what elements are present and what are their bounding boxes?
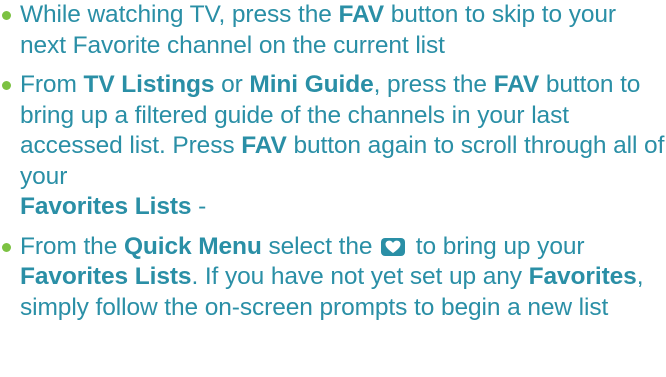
favorites-instructions-list: While watching TV, press the FAV button … — [0, 0, 666, 323]
quick-menu-label: Quick Menu — [123, 232, 262, 260]
bullet-icon — [2, 242, 11, 252]
instruction-text: . If you have not yet set up any — [191, 263, 529, 290]
instruction-text: select the — [261, 232, 380, 260]
instruction-text: - — [191, 193, 207, 220]
instruction-text: From — [20, 71, 84, 98]
favorites-lists-label: Favorites Lists — [20, 193, 192, 220]
instruction-item-fav-button: While watching TV, press the FAV button … — [0, 0, 666, 61]
heart-icon — [381, 237, 406, 256]
tv-listings-label: TV Listings — [83, 71, 215, 98]
instruction-text: to bring up your — [409, 232, 585, 260]
bullet-icon — [2, 81, 11, 90]
favorites-label: Favorites — [528, 263, 637, 290]
fav-button-label: FAV — [338, 1, 385, 28]
instruction-item-tv-listings: From TV Listings or Mini Guide, press th… — [0, 70, 666, 223]
instruction-text: While watching TV, press the — [20, 1, 339, 28]
mini-guide-label: Mini Guide — [249, 71, 374, 98]
fav-button-label: FAV — [241, 132, 287, 159]
instruction-text: or — [214, 71, 250, 98]
favorites-lists-label: Favorites Lists — [20, 263, 192, 290]
fav-button-label: FAV — [493, 71, 540, 98]
instruction-text: , press the — [373, 71, 494, 98]
instruction-text: From the — [20, 232, 124, 260]
bullet-icon — [2, 11, 11, 20]
instruction-item-quick-menu: From the Quick Menu select the to bring … — [0, 232, 666, 324]
